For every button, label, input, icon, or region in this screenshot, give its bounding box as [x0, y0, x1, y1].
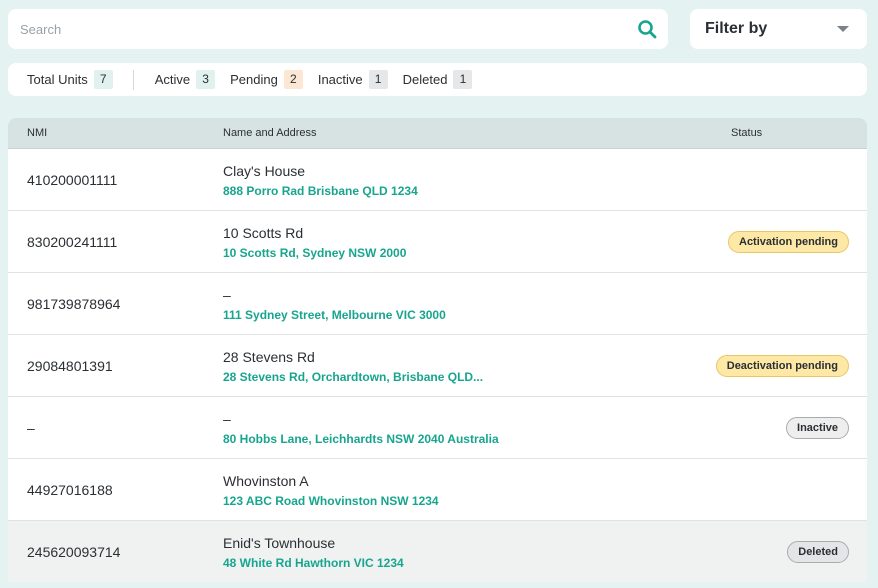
name-address-cell: 28 Stevens Rd 28 Stevens Rd, Orchardtown…	[223, 349, 483, 384]
column-header-name[interactable]: Name and Address	[223, 127, 317, 139]
unit-name: 28 Stevens Rd	[223, 349, 315, 365]
table-row[interactable]: 410200001111 Clay's House 888 Porro Rad …	[8, 149, 867, 211]
count-total-badge: 7	[93, 70, 113, 89]
nmi-cell: 410200001111	[27, 172, 118, 188]
name-address-cell: – 111 Sydney Street, Melbourne VIC 3000	[223, 287, 446, 322]
name-address-cell: Whovinston A 123 ABC Road Whovinston NSW…	[223, 473, 439, 508]
name-address-cell: 10 Scotts Rd 10 Scotts Rd, Sydney NSW 20…	[223, 225, 406, 260]
unit-name: 10 Scotts Rd	[223, 225, 304, 241]
table-row[interactable]: 981739878964 – 111 Sydney Street, Melbou…	[8, 273, 867, 335]
name-address-cell: Clay's House 888 Porro Rad Brisbane QLD …	[223, 163, 418, 198]
unit-name: Whovinston A	[223, 473, 309, 489]
status-cell: Activation pending	[728, 211, 849, 273]
status-cell: Deactivation pending	[715, 335, 849, 397]
table-row[interactable]: – – 80 Hobbs Lane, Leichhardts NSW 2040 …	[8, 397, 867, 459]
unit-counts-bar: Total Units 7 Active 3 Pending 2 Inactiv…	[8, 63, 867, 96]
search-icon[interactable]	[636, 18, 658, 40]
status-badge: Deactivation pending	[715, 355, 849, 377]
unit-address: 10 Scotts Rd, Sydney NSW 2000	[223, 246, 407, 260]
divider	[132, 69, 134, 90]
search-bar	[8, 9, 668, 49]
search-input[interactable]	[20, 21, 636, 37]
table-header: NMI Name and Address Status	[8, 118, 867, 149]
unit-name: Enid's Townhouse	[223, 535, 336, 551]
name-address-cell: – 80 Hobbs Lane, Leichhardts NSW 2040 Au…	[223, 411, 499, 446]
status-cell: Inactive	[786, 397, 849, 459]
count-active-badge: 3	[196, 70, 216, 89]
status-badge: Inactive	[786, 417, 849, 439]
unit-name: –	[223, 287, 231, 303]
count-deleted[interactable]: Deleted 1	[403, 70, 473, 89]
status-cell: Deleted	[787, 521, 849, 582]
unit-address: 111 Sydney Street, Melbourne VIC 3000	[223, 308, 446, 322]
nmi-cell: 245620093714	[27, 544, 121, 560]
count-active-label: Active	[154, 72, 191, 87]
nmi-cell: 44927016188	[27, 482, 113, 498]
chevron-down-icon	[837, 26, 849, 32]
table-row[interactable]: 245620093714 Enid's Townhouse 48 White R…	[8, 521, 867, 582]
units-table: NMI Name and Address Status 410200001111…	[8, 118, 867, 582]
filter-dropdown[interactable]: Filter by	[690, 9, 867, 49]
count-active[interactable]: Active 3	[154, 70, 216, 89]
unit-address: 80 Hobbs Lane, Leichhardts NSW 2040 Aust…	[223, 432, 499, 446]
unit-address: 123 ABC Road Whovinston NSW 1234	[223, 494, 439, 508]
count-deleted-badge: 1	[453, 70, 473, 89]
unit-address: 28 Stevens Rd, Orchardtown, Brisbane QLD…	[223, 370, 484, 384]
count-total[interactable]: Total Units 7	[27, 70, 113, 89]
count-pending-label: Pending	[230, 72, 278, 87]
column-header-status[interactable]: Status	[731, 127, 762, 139]
count-pending[interactable]: Pending 2	[230, 70, 303, 89]
nmi-cell: 981739878964	[27, 296, 121, 312]
nmi-cell: 29084801391	[27, 358, 113, 374]
count-deleted-label: Deleted	[402, 72, 448, 87]
status-badge: Activation pending	[728, 231, 849, 253]
count-inactive-label: Inactive	[317, 72, 363, 87]
unit-address: 48 White Rd Hawthorn VIC 1234	[223, 556, 404, 570]
count-inactive-badge: 1	[368, 70, 388, 89]
nmi-cell: –	[27, 420, 35, 436]
unit-address: 888 Porro Rad Brisbane QLD 1234	[223, 184, 418, 198]
filter-label: Filter by	[705, 20, 768, 37]
count-pending-badge: 2	[283, 70, 303, 89]
unit-name: –	[223, 411, 231, 427]
count-total-label: Total Units	[27, 72, 88, 87]
unit-name: Clay's House	[223, 163, 306, 179]
name-address-cell: Enid's Townhouse 48 White Rd Hawthorn VI…	[223, 535, 404, 570]
table-row[interactable]: 29084801391 28 Stevens Rd 28 Stevens Rd,…	[8, 335, 867, 397]
table-row[interactable]: 830200241111 10 Scotts Rd 10 Scotts Rd, …	[8, 211, 867, 273]
column-header-nmi[interactable]: NMI	[27, 127, 47, 139]
status-badge: Deleted	[787, 541, 849, 563]
count-inactive[interactable]: Inactive 1	[318, 70, 388, 89]
table-row[interactable]: 44927016188 Whovinston A 123 ABC Road Wh…	[8, 459, 867, 521]
nmi-cell: 830200241111	[27, 234, 118, 250]
